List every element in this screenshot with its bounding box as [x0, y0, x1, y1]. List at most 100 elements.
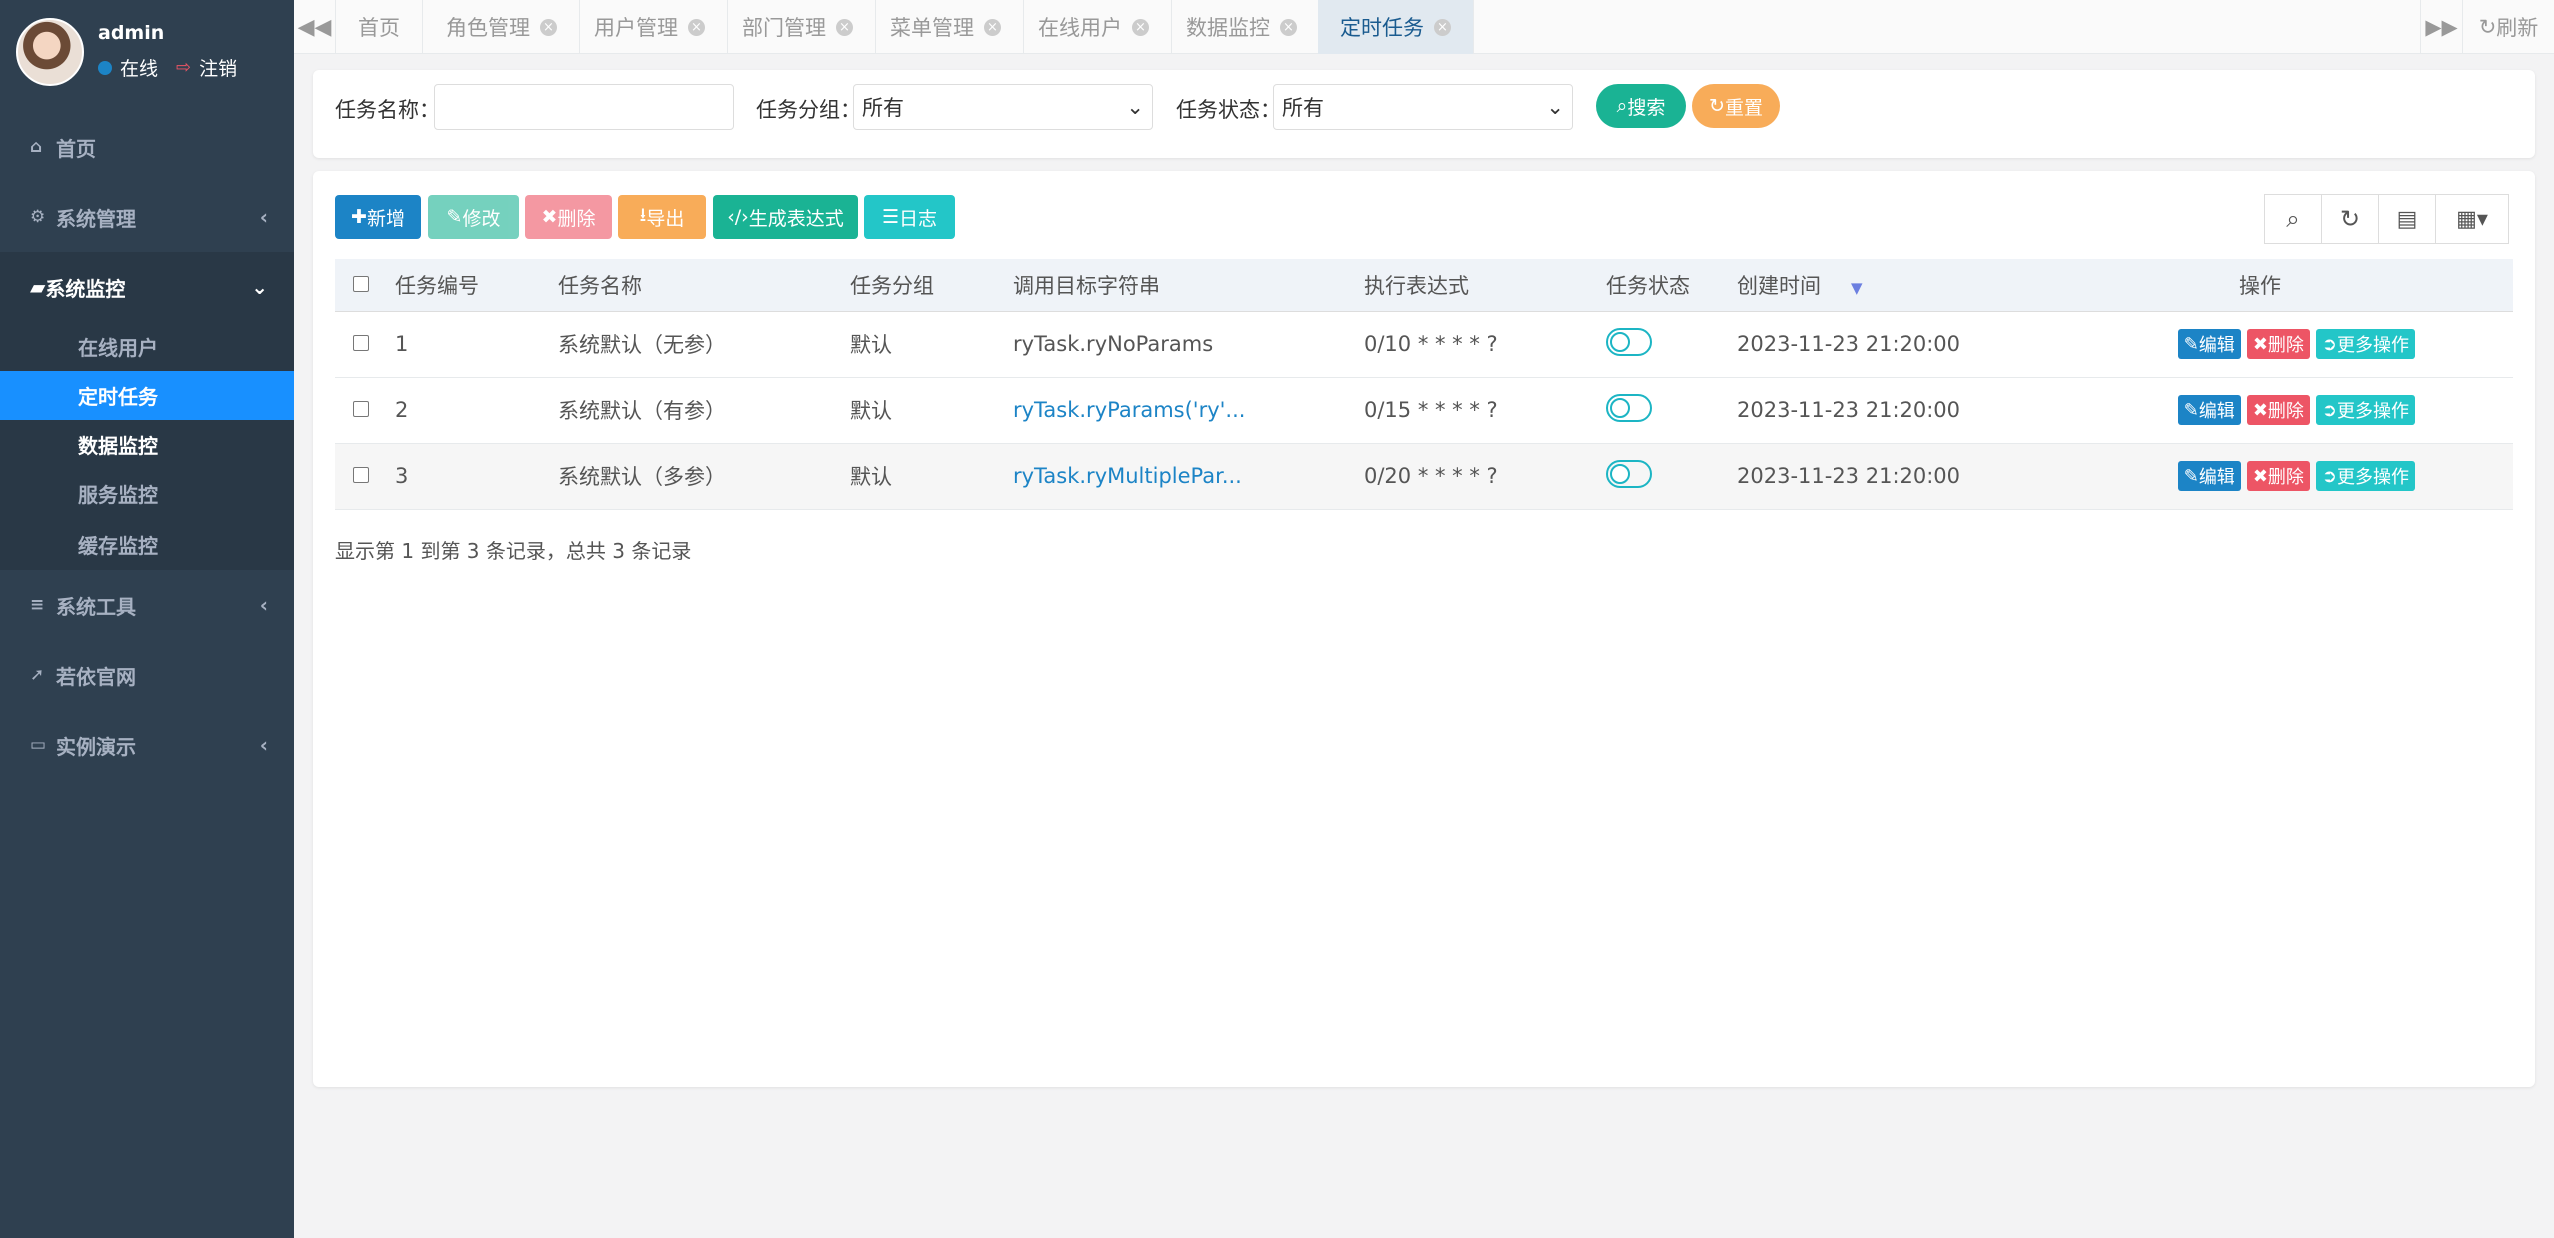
col-header[interactable]: 任务分组 — [850, 259, 1013, 312]
task-name-input[interactable] — [434, 84, 734, 130]
task-name-cell: 系统默认（有参） — [558, 377, 850, 444]
row-delete-button[interactable]: ✖ 删除 — [2246, 461, 2310, 491]
user-status: 在线 ⇨ 注销 — [98, 54, 237, 81]
col-header[interactable]: 任务状态 — [1606, 259, 1737, 312]
row-more-button[interactable]: ➲ 更多操作 — [2315, 395, 2415, 425]
edit-button[interactable]: ✎ 修改 — [428, 195, 519, 239]
sidebar-item-cache-monitor[interactable]: 缓存监控 — [0, 518, 294, 570]
col-header[interactable]: 任务编号 — [395, 259, 558, 312]
tab-role-management[interactable]: 角色管理 × — [424, 0, 580, 54]
sidebar-item-demo[interactable]: ▭ 实例演示 ‹ — [0, 710, 294, 780]
select-all-checkbox[interactable] — [353, 275, 369, 292]
row-edit-button[interactable]: ✎ 编辑 — [2177, 395, 2241, 425]
sidebar-item-online-users[interactable]: 在线用户 — [0, 322, 294, 371]
task-group-cell: 默认 — [850, 443, 1013, 510]
task-status-select[interactable]: 所有 ⌄ — [1273, 84, 1573, 130]
row-delete-button[interactable]: ✖ 删除 — [2246, 329, 2310, 359]
row-more-label: 更多操作 — [2337, 467, 2409, 488]
sidebar-item-site[interactable]: ➚ 若依官网 — [0, 640, 294, 710]
col-header[interactable]: 调用目标字符串 — [1013, 259, 1364, 312]
close-icon[interactable]: × — [836, 18, 853, 36]
close-icon[interactable]: × — [984, 18, 1001, 36]
row-delete-label: 删除 — [2267, 401, 2304, 422]
row-checkbox[interactable] — [353, 335, 369, 351]
search-button[interactable]: ⌕ 搜索 — [1596, 84, 1686, 128]
logout-icon[interactable]: ⇨ — [176, 57, 191, 78]
status-toggle[interactable] — [1606, 393, 1652, 422]
sidebar-item-monitor[interactable]: ▰ 系统监控 ⌄ — [0, 252, 294, 322]
export-button[interactable]: ⭳ 导出 — [618, 195, 706, 239]
pagination-info: 显示第 1 到第 3 条记录，总共 3 条记录 — [335, 539, 692, 563]
sidebar-item-system[interactable]: ⚙ 系统管理 ‹ — [0, 182, 294, 252]
tab-home[interactable]: 首页 — [336, 0, 423, 54]
tab-dept-management[interactable]: 部门管理 × — [720, 0, 876, 54]
col-header-created[interactable]: 创建时间 ▼ — [1737, 259, 2037, 312]
row-select-cell[interactable] — [335, 377, 395, 444]
select-all-header[interactable] — [335, 259, 395, 312]
status-toggle[interactable] — [1606, 327, 1652, 356]
row-delete-button[interactable]: ✖ 删除 — [2246, 395, 2310, 425]
close-icon[interactable]: × — [688, 18, 705, 36]
sidebar-item-tools[interactable]: ≡ 系统工具 ‹ — [0, 570, 294, 640]
delete-button[interactable]: ✖ 删除 — [525, 195, 612, 239]
avatar[interactable] — [16, 18, 84, 86]
invoke-target-link[interactable]: ryTask.ryParams('ry'... — [1013, 377, 1364, 444]
backward-icon: ◀◀ — [297, 14, 332, 40]
status-toggle[interactable] — [1606, 459, 1652, 488]
edit-icon: ✎ — [2183, 333, 2199, 355]
log-button[interactable]: ☰ 日志 — [864, 195, 955, 239]
row-edit-label: 编辑 — [2198, 335, 2235, 356]
row-edit-button[interactable]: ✎ 编辑 — [2177, 329, 2241, 359]
row-more-button[interactable]: ➲ 更多操作 — [2315, 461, 2415, 491]
invoke-target-link[interactable]: ryTask.ryMultiplePar... — [1013, 443, 1364, 510]
username: admin — [98, 22, 165, 44]
sidebar-item-server-monitor[interactable]: 服务监控 — [0, 469, 294, 518]
task-group-select[interactable]: 所有 ⌄ — [853, 84, 1153, 130]
tab-label: 定时任务 — [1340, 16, 1424, 40]
tab-scroll-left-button[interactable]: ◀◀ — [294, 0, 336, 54]
sort-desc-icon[interactable]: ▼ — [1851, 279, 1863, 297]
search-form: 任务名称： 任务分组： 所有 ⌄ 任务状态： 所有 ⌄ ⌕ 搜索 ↻ 重置 — [313, 70, 2535, 158]
row-edit-button[interactable]: ✎ 编辑 — [2177, 461, 2241, 491]
grid-icon: ▦▾ — [2456, 206, 2488, 232]
close-icon[interactable]: × — [1434, 18, 1451, 36]
add-button[interactable]: ✚ 新增 — [335, 195, 421, 239]
tab-label: 首页 — [358, 16, 400, 40]
row-more-button[interactable]: ➲ 更多操作 — [2315, 329, 2415, 359]
close-icon[interactable]: × — [1280, 18, 1297, 36]
chevron-left-icon: ‹ — [259, 205, 268, 229]
created-time-cell: 2023-11-23 21:20:00 — [1737, 377, 2037, 444]
close-icon[interactable]: × — [1132, 18, 1149, 36]
tab-menu-management[interactable]: 菜单管理 × — [868, 0, 1024, 54]
chevron-left-icon: ‹ — [259, 733, 268, 757]
online-dot-icon — [98, 60, 112, 75]
col-header[interactable]: 任务名称 — [558, 259, 850, 312]
row-select-cell[interactable] — [335, 443, 395, 510]
row-delete-label: 删除 — [2267, 335, 2304, 356]
sidebar-item-home[interactable]: ⌂ 首页 — [0, 112, 294, 182]
col-header[interactable]: 执行表达式 — [1364, 259, 1606, 312]
row-checkbox[interactable] — [353, 401, 369, 417]
tab-data-monitor[interactable]: 数据监控 × — [1164, 0, 1320, 54]
row-checkbox[interactable] — [353, 467, 369, 483]
toggle-knob — [1610, 331, 1630, 352]
generate-cron-button[interactable]: ‹/› 生成表达式 — [713, 195, 858, 239]
tab-scroll-right-button[interactable]: ▶▶ — [2420, 0, 2462, 54]
table-toggle-view-button[interactable]: ▤ — [2378, 194, 2436, 244]
table-columns-button[interactable]: ▦▾ — [2435, 194, 2509, 244]
sidebar-item-scheduled-tasks[interactable]: 定时任务 — [0, 371, 294, 420]
table-search-button[interactable]: ⌕ — [2264, 194, 2322, 244]
sidebar-item-data-monitor[interactable]: 数据监控 — [0, 420, 294, 469]
chevron-down-icon: ⌄ — [1546, 95, 1564, 119]
tab-scheduled-tasks[interactable]: 定时任务 × — [1318, 0, 1474, 54]
table-row: 3 系统默认（多参） 默认 ryTask.ryMultiplePar... 0/… — [335, 443, 2513, 510]
logout-link[interactable]: 注销 — [199, 54, 237, 81]
list-icon: ☰ — [881, 206, 900, 228]
table-refresh-button[interactable]: ↻ — [2321, 194, 2379, 244]
tab-online-users[interactable]: 在线用户 × — [1016, 0, 1172, 54]
reset-button[interactable]: ↻ 重置 — [1692, 84, 1780, 128]
refresh-tab-button[interactable]: ↻ 刷新 — [2462, 0, 2554, 54]
row-select-cell[interactable] — [335, 311, 395, 378]
close-icon[interactable]: × — [540, 18, 557, 36]
tab-user-management[interactable]: 用户管理 × — [572, 0, 728, 54]
